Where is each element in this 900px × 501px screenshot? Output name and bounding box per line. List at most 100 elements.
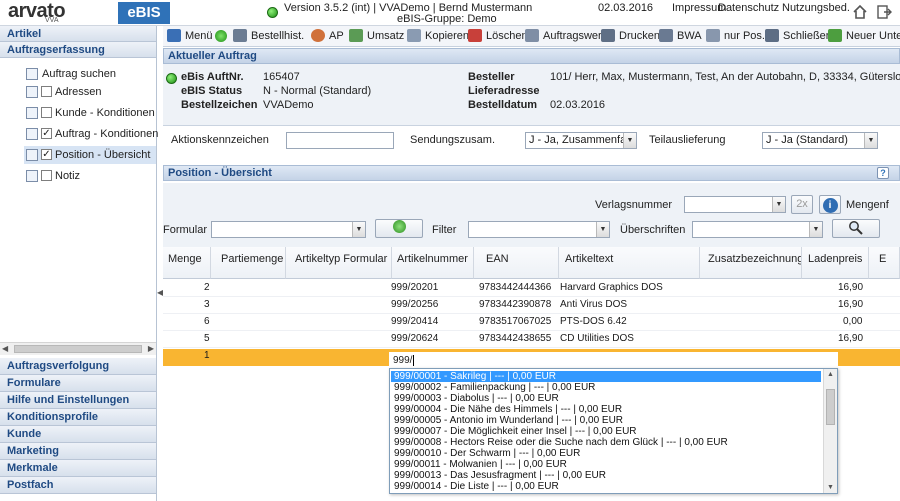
col-artikelnummer[interactable]: Artikelnummer xyxy=(392,247,474,279)
orderer-value: 101/ Herr, Max, Mustermann, Test, An der… xyxy=(550,71,900,83)
scrollbar-thumb[interactable] xyxy=(14,345,142,353)
note-icon xyxy=(26,170,38,182)
chevron-down-icon[interactable]: ▼ xyxy=(596,222,609,237)
chevron-down-icon[interactable]: ▼ xyxy=(809,222,822,237)
home-icon[interactable] xyxy=(852,4,868,20)
sidebar-section-kunde[interactable]: Kunde xyxy=(0,426,156,443)
sidebar-section-konditionsprofile[interactable]: Konditionsprofile xyxy=(0,409,156,426)
chevron-down-icon[interactable]: ▼ xyxy=(864,133,877,148)
notiz-checkbox[interactable] xyxy=(41,170,52,181)
menu-button[interactable]: Menü xyxy=(167,28,213,45)
autocomplete-item[interactable]: 999/00008 - Hectors Reise oder die Suche… xyxy=(394,437,728,448)
table-row[interactable]: 2 999/20201 9783442444366 Harvard Graphi… xyxy=(163,281,900,297)
nur-pos-button[interactable]: nur Pos. xyxy=(706,28,765,45)
sidebar-section-formulare[interactable]: Formulare xyxy=(0,375,156,392)
search-button[interactable] xyxy=(832,219,880,238)
col-ean[interactable]: EAN xyxy=(474,247,559,279)
sidebar-section-hilfe[interactable]: Hilfe und Einstellungen xyxy=(0,392,156,409)
positions-only-icon xyxy=(706,29,720,42)
auftragswert-button[interactable]: Auftragswert xyxy=(525,28,605,45)
chevron-down-icon[interactable]: ▼ xyxy=(352,222,365,237)
autocomplete-item[interactable]: 999/00005 - Antonio im Wunderland | --- … xyxy=(394,415,623,426)
search-icon xyxy=(849,221,863,235)
col-partiemenge[interactable]: Partiemenge xyxy=(211,247,286,279)
col-zusatzbezeichnung[interactable]: Zusatzbezeichnung xyxy=(700,247,802,279)
status-indicator xyxy=(215,28,231,45)
kopieren-button[interactable]: Kopieren xyxy=(407,28,469,45)
chevron-down-icon[interactable]: ▼ xyxy=(623,133,636,148)
table-row[interactable]: 3 999/20256 9783442390878 Anti Virus DOS… xyxy=(163,298,900,314)
history-icon xyxy=(233,29,247,42)
partial-delivery-select[interactable]: J - Ja (Standard) ▼ xyxy=(762,132,878,149)
col-ladenpreis[interactable]: Ladenpreis xyxy=(802,247,869,279)
delete-icon xyxy=(468,29,482,42)
order-options-row: Aktionskennzeichen Sendungszusam. J - Ja… xyxy=(163,129,900,155)
table-row[interactable]: 5 999/20624 9783442438655 CD Utilities D… xyxy=(163,332,900,348)
scroll-left-icon[interactable]: ◀ xyxy=(2,344,8,353)
twice-button[interactable]: 2x xyxy=(791,195,813,214)
refresh-button[interactable] xyxy=(375,219,423,238)
umsatz-button[interactable]: Umsatz xyxy=(349,28,404,45)
col-artikeltyp-formular[interactable]: Artikeltyp Formular xyxy=(286,247,392,279)
headings-select[interactable]: ▼ xyxy=(692,221,823,238)
publisher-number-select[interactable]: ▼ xyxy=(684,196,786,213)
app-header: arvato VVA eBIS Version 3.5.2 (int) | VV… xyxy=(0,0,900,26)
sidebar-section-auftragsverfolgung[interactable]: Auftragsverfolgung xyxy=(0,358,156,375)
bwa-button[interactable]: BWA xyxy=(659,28,702,45)
scrollbar-thumb[interactable] xyxy=(826,389,835,425)
autocomplete-item[interactable]: 999/00007 - Die Möglichkeit einer Insel … xyxy=(394,426,637,437)
ap-button[interactable]: AP xyxy=(311,28,344,45)
scroll-up-icon[interactable]: ▲ xyxy=(827,371,834,378)
sidebar-section-marketing[interactable]: Marketing xyxy=(0,443,156,460)
bestellhist-button[interactable]: Bestellhist. xyxy=(233,28,304,45)
loeschen-button[interactable]: Löschen xyxy=(468,28,528,45)
partial-delivery-label: Teilauslieferung xyxy=(649,134,726,146)
auftrag-konditionen-checkbox[interactable]: ✓ xyxy=(41,128,52,139)
scroll-right-icon[interactable]: ▶ xyxy=(148,344,154,353)
autocomplete-item[interactable]: 999/00011 - Molwanien | --- | 0,00 EUR xyxy=(394,459,567,470)
autocomplete-item[interactable]: 999/00003 - Diabolus | --- | 0,00 EUR xyxy=(394,393,559,404)
col-menge[interactable]: Menge xyxy=(163,247,211,279)
filter-select[interactable]: ▼ xyxy=(468,221,610,238)
schliessen-button[interactable]: Schließen xyxy=(765,28,832,45)
chevron-down-icon[interactable]: ▼ xyxy=(772,197,785,212)
sidebar-horizontal-scrollbar[interactable]: ◀ ▶ xyxy=(0,342,156,355)
action-code-input[interactable] xyxy=(286,132,394,149)
autocomplete-item[interactable]: 999/00014 - Die Liste | --- | 0,00 EUR xyxy=(394,481,559,492)
autocomplete-item[interactable]: 999/00013 - Das Jesusfragment | --- | 0,… xyxy=(394,470,606,481)
sidebar-section-auftragserfassung[interactable]: Auftragserfassung xyxy=(0,42,156,58)
help-icon[interactable]: ? xyxy=(877,167,889,179)
article-number-input[interactable]: 999/ xyxy=(389,352,838,368)
drucken-button[interactable]: Drucken xyxy=(601,28,660,45)
datenschutz-link[interactable]: Datenschutz xyxy=(718,2,779,14)
col-e[interactable]: E xyxy=(869,247,900,279)
autocomplete-item[interactable]: 999/00010 - Der Schwarm | --- | 0,00 EUR xyxy=(394,448,580,459)
info-button[interactable]: i xyxy=(819,195,841,214)
status-green-icon xyxy=(215,30,227,42)
logout-icon[interactable] xyxy=(876,4,892,20)
autocomplete-item[interactable]: 999/00002 - Familienpackung | --- | 0,00… xyxy=(394,382,595,393)
shipment-select[interactable]: J - Ja, Zusammenfass ▼ xyxy=(525,132,637,149)
article-autocomplete-list[interactable]: 999/00001 - Sakrileg | --- | 0,00 EUR 99… xyxy=(389,368,838,494)
sidebar-item-position-uebersicht[interactable]: ✓ Position - Übersicht xyxy=(24,146,156,164)
sidebar-section-postfach[interactable]: Postfach xyxy=(0,477,156,494)
nutzungsbed-link[interactable]: Nutzungsbed. xyxy=(782,2,850,14)
neuer-unterauftrag-button[interactable]: Neuer Untera xyxy=(828,28,900,45)
refresh-icon xyxy=(392,220,406,233)
position-uebersicht-checkbox[interactable]: ✓ xyxy=(41,149,52,160)
info-icon: i xyxy=(822,198,838,213)
sidebar-section-artikel[interactable]: Artikel xyxy=(0,26,156,42)
formular-select[interactable]: ▼ xyxy=(211,221,366,238)
formular-label: Formular xyxy=(163,224,208,236)
header-date: 02.03.2016 xyxy=(598,2,654,14)
autocomplete-item[interactable]: 999/00004 - Die Nähe des Himmels | --- |… xyxy=(394,404,622,415)
autocomplete-scrollbar[interactable]: ▲ ▼ xyxy=(823,369,837,493)
scroll-down-icon[interactable]: ▼ xyxy=(827,484,834,491)
adressen-checkbox[interactable] xyxy=(41,86,52,97)
kunde-konditionen-checkbox[interactable] xyxy=(41,107,52,118)
autocomplete-item[interactable]: 999/00001 - Sakrileg | --- | 0,00 EUR xyxy=(391,371,821,382)
col-artikeltext[interactable]: Artikeltext xyxy=(559,247,700,279)
publisher-number-label: Verlagsnummer xyxy=(595,199,673,211)
table-row[interactable]: 6 999/20414 9783517067025 PTS-DOS 6.42 0… xyxy=(163,315,900,331)
sidebar-section-merkmale[interactable]: Merkmale xyxy=(0,460,156,477)
